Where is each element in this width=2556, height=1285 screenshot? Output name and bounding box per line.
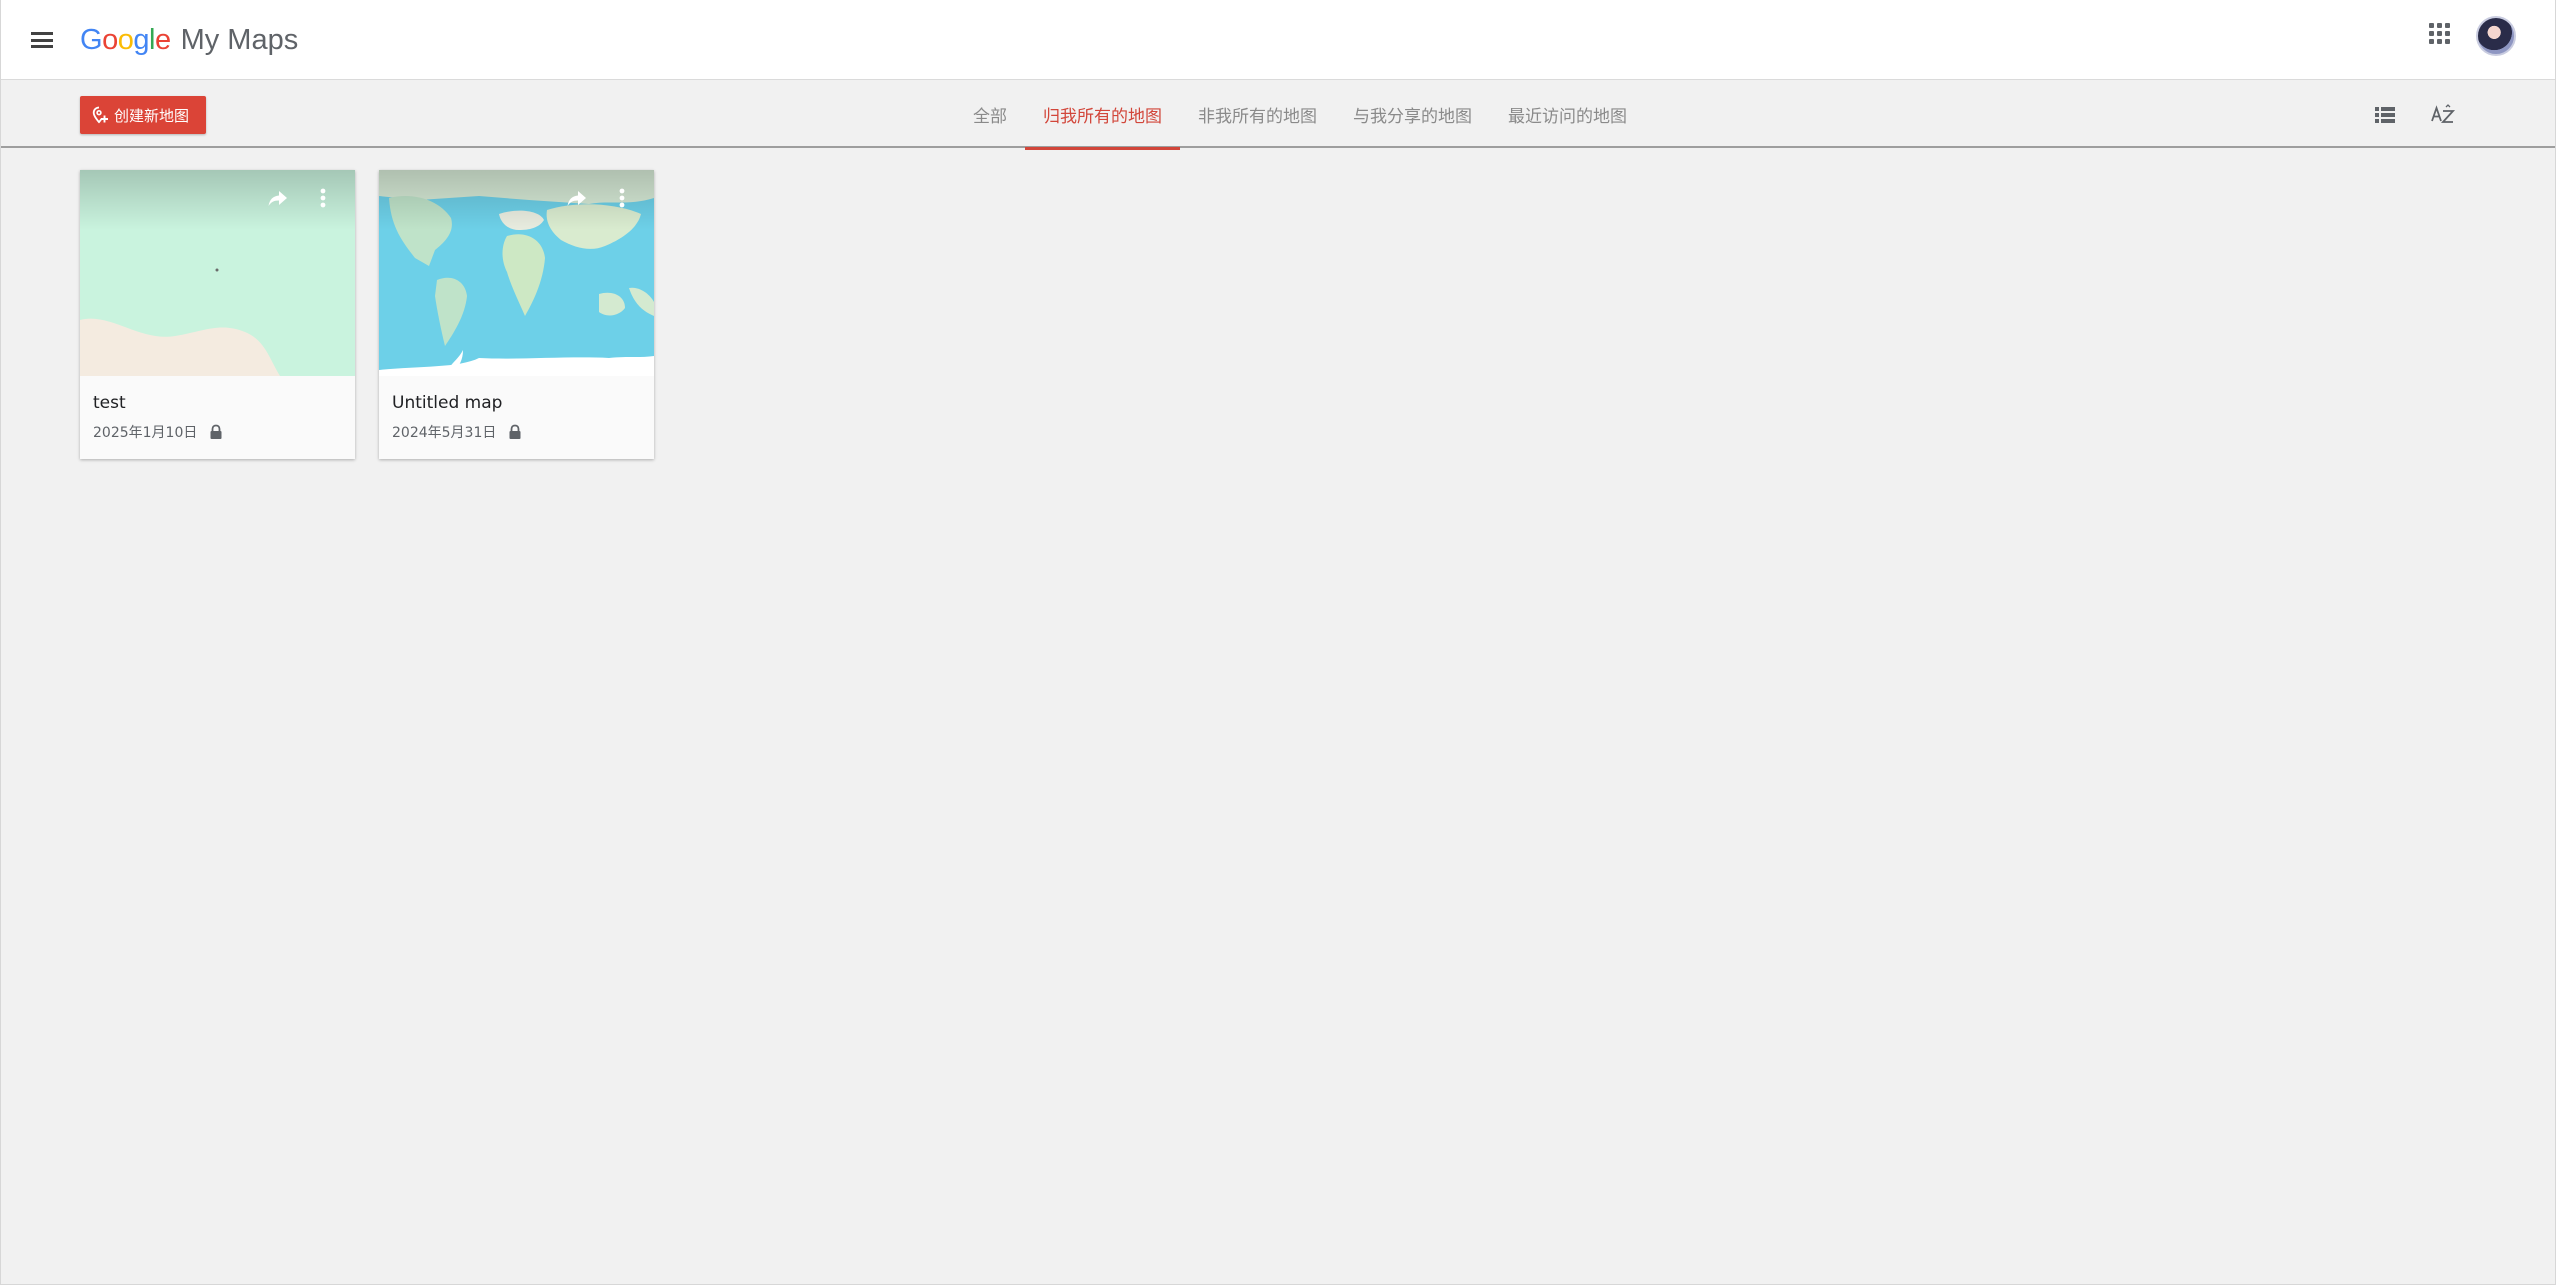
product-name: My Maps: [180, 24, 299, 56]
map-date: 2024年5月31日: [392, 425, 497, 441]
map-thumbnail[interactable]: [80, 170, 355, 376]
brand-letter: g: [133, 24, 149, 56]
lock-icon: [210, 424, 222, 439]
list-view-icon[interactable]: [2372, 102, 2398, 128]
tab-shared-with-me[interactable]: 与我分享的地图: [1335, 80, 1490, 148]
map-title: test: [93, 393, 126, 413]
brand-letter: G: [80, 24, 103, 56]
sort-az-icon[interactable]: [2430, 102, 2456, 128]
tab-not-owned-by-me[interactable]: 非我所有的地图: [1180, 80, 1335, 148]
map-filter-tabs: 全部 归我所有的地图 非我所有的地图 与我分享的地图 最近访问的地图: [955, 80, 1645, 150]
tab-all[interactable]: 全部: [955, 80, 1025, 148]
map-card[interactable]: Untitled map 2024年5月31日: [379, 170, 654, 459]
share-icon[interactable]: [264, 184, 292, 212]
lock-icon: [509, 424, 521, 439]
more-options-icon[interactable]: [316, 184, 330, 212]
map-date: 2025年1月10日: [93, 425, 198, 441]
map-meta: 2025年1月10日: [93, 422, 223, 442]
maps-grid: test 2025年1月10日 Untitled map 2024年5月31日: [80, 170, 654, 459]
map-meta: 2024年5月31日: [392, 422, 522, 442]
brand-letter: o: [102, 24, 118, 56]
map-card[interactable]: test 2025年1月10日: [80, 170, 355, 459]
top-app-bar: Google My Maps: [0, 0, 2556, 80]
map-thumbnail[interactable]: [379, 170, 654, 376]
user-avatar[interactable]: [2476, 16, 2516, 56]
tab-owned-by-me[interactable]: 归我所有的地图: [1025, 80, 1180, 150]
create-map-label: 创建新地图: [114, 106, 190, 125]
add-map-icon: [92, 106, 108, 124]
google-wordmark: Google: [80, 18, 171, 62]
toolbar: 创建新地图 全部 归我所有的地图 非我所有的地图 与我分享的地图 最近访问的地图: [0, 80, 2556, 150]
more-options-icon[interactable]: [615, 184, 629, 212]
map-title: Untitled map: [392, 393, 503, 413]
app-logo[interactable]: Google My Maps: [80, 18, 298, 62]
brand-letter: o: [117, 24, 134, 56]
tab-recently-viewed[interactable]: 最近访问的地图: [1490, 80, 1645, 148]
share-icon[interactable]: [563, 184, 591, 212]
hamburger-menu-icon[interactable]: [26, 24, 58, 56]
brand-letter: e: [154, 24, 171, 56]
apps-grid-icon[interactable]: [2428, 22, 2452, 46]
create-map-button[interactable]: 创建新地图: [80, 96, 206, 134]
